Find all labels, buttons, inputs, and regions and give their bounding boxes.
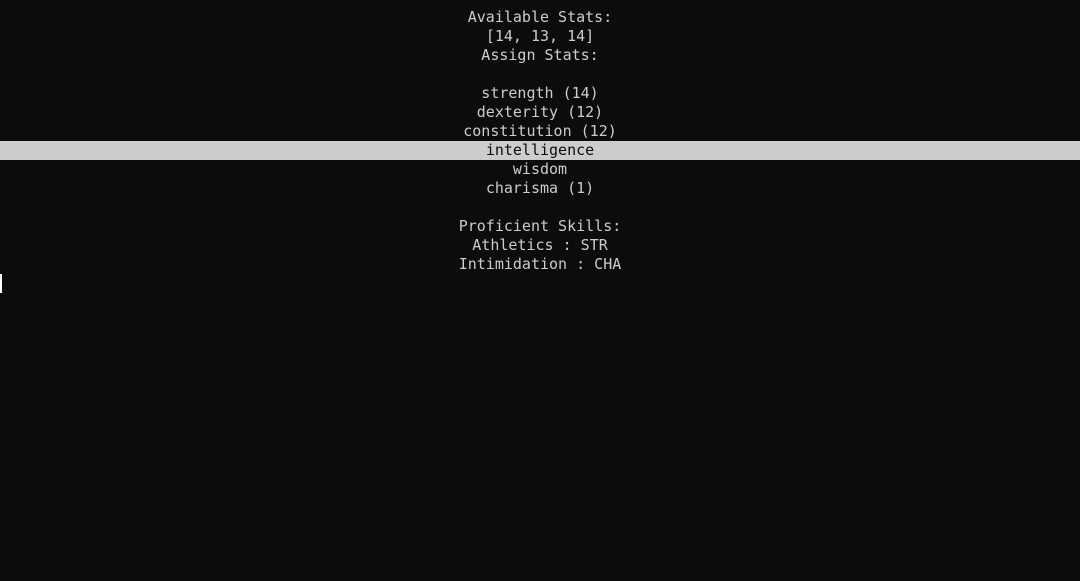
available-stats-values: [14, 13, 14] (485, 27, 595, 45)
stat-option-dexterity[interactable]: dexterity (12) (0, 103, 1080, 122)
proficient-skills-label: Proficient Skills: (458, 217, 622, 235)
assign-stats-label: Assign Stats: (481, 46, 599, 64)
available-stats-label: Available Stats: (467, 8, 613, 26)
skill-item: Intimidation : CHA (458, 255, 622, 273)
stat-option-intelligence[interactable]: intelligence (0, 141, 1080, 160)
stat-option-charisma[interactable]: charisma (1) (0, 179, 1080, 198)
text-cursor (0, 274, 2, 293)
stat-option-wisdom[interactable]: wisdom (0, 160, 1080, 179)
terminal-window: Available Stats: [14, 13, 14] Assign Sta… (0, 8, 1080, 274)
stat-option-constitution[interactable]: constitution (12) (0, 122, 1080, 141)
skill-item: Athletics : STR (472, 236, 608, 254)
stat-option-strength[interactable]: strength (14) (0, 84, 1080, 103)
